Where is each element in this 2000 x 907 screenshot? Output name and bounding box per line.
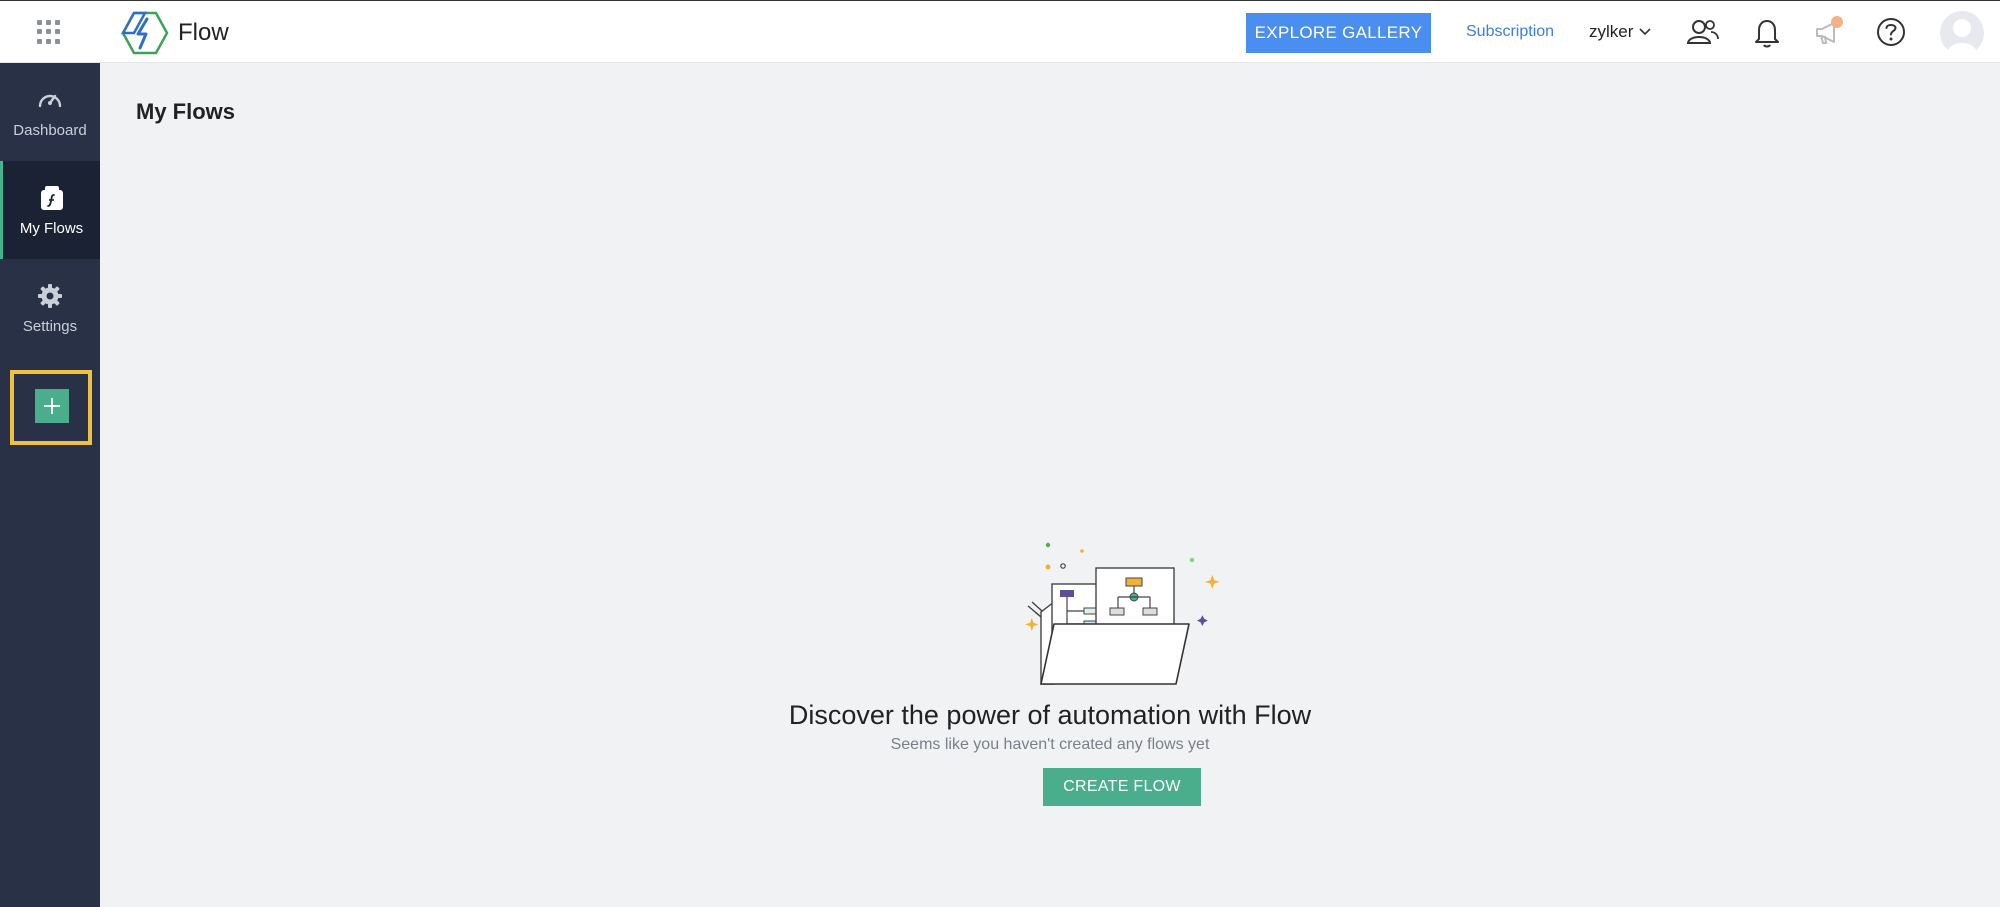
sidebar-item-label: My Flows	[19, 219, 84, 237]
users-icon[interactable]	[1686, 15, 1720, 49]
announcement-icon[interactable]	[1812, 15, 1846, 49]
empty-state-subtext: Seems like you haven't created any flows…	[890, 736, 1210, 753]
empty-folder-illustration	[1025, 542, 1220, 685]
plus-icon	[44, 398, 60, 414]
empty-state-heading: Discover the power of automation with Fl…	[788, 700, 1312, 730]
add-flow-button[interactable]	[35, 389, 69, 423]
org-switcher[interactable]: zylker	[1589, 22, 1651, 42]
bell-icon[interactable]	[1750, 15, 1784, 49]
apps-grid-icon[interactable]	[37, 20, 61, 44]
sidebar-item-my-flows[interactable]: My Flows	[0, 161, 100, 259]
chevron-down-icon	[1639, 28, 1651, 36]
subscription-link[interactable]: Subscription	[1466, 23, 1554, 41]
explore-gallery-button[interactable]: EXPLORE GALLERY	[1246, 13, 1431, 53]
flows-icon	[40, 185, 63, 210]
org-name: zylker	[1589, 22, 1634, 41]
page-title: My Flows	[136, 99, 236, 124]
sidebar-item-label: Dashboard	[13, 121, 87, 139]
sidebar-item-settings[interactable]: Settings	[0, 259, 100, 357]
left-sidebar: Dashboard My Flows Settings	[0, 63, 100, 907]
flow-logo	[120, 11, 169, 55]
sidebar-item-dashboard[interactable]: Dashboard	[0, 63, 100, 161]
highlight-box	[10, 370, 92, 445]
help-icon[interactable]	[1874, 15, 1908, 49]
create-flow-button[interactable]: CREATE FLOW	[1043, 768, 1201, 806]
top-header: Flow EXPLORE GALLERY Subscription zylker	[0, 0, 2000, 63]
dashboard-gauge-icon	[38, 94, 62, 107]
brand-name: Flow	[178, 19, 229, 46]
user-avatar[interactable]	[1940, 11, 1984, 55]
user-silhouette-icon	[1946, 19, 1978, 55]
gear-icon	[38, 283, 62, 308]
sidebar-item-label: Settings	[22, 317, 78, 335]
